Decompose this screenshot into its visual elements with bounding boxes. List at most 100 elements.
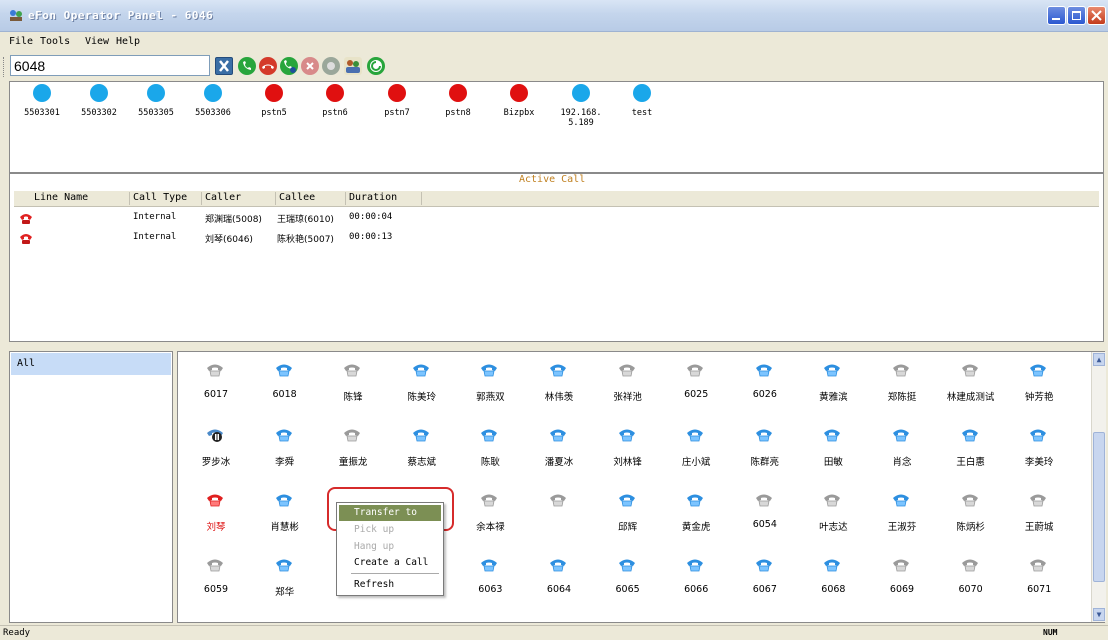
extension-item[interactable]: 王蔚城 <box>1009 489 1069 549</box>
extension-item[interactable]: 蔡志斌 <box>392 424 452 484</box>
extension-item[interactable]: 潘夏冰 <box>529 424 589 484</box>
menu-bar: File Tools View Help <box>0 34 1108 51</box>
monitor-icon <box>327 62 335 70</box>
trunk-1[interactable]: 5503302 <box>69 84 129 118</box>
extension-item[interactable]: 陈锋 <box>323 359 383 419</box>
menu-item-transfer-to[interactable]: Transfer to <box>339 505 441 521</box>
extension-item[interactable]: 邱辉 <box>598 489 658 549</box>
extension-item[interactable]: 6066 <box>666 554 726 614</box>
column-line-name[interactable]: Line Name <box>14 192 130 205</box>
extension-item[interactable]: 6026 <box>735 359 795 419</box>
trunk-2[interactable]: 5503305 <box>126 84 186 118</box>
extension-item[interactable]: 6069 <box>872 554 932 614</box>
trunk-8[interactable]: Bizpbx <box>489 84 549 118</box>
transfer-button[interactable] <box>280 57 298 75</box>
menu-item-hang-up[interactable]: Hang up <box>339 539 441 555</box>
extension-item[interactable]: 郑华 <box>255 554 315 614</box>
trunk-10[interactable]: test <box>612 84 672 118</box>
extension-item[interactable]: 黄雅滨 <box>803 359 863 419</box>
extension-name: 李舜 <box>275 457 295 468</box>
title-bar[interactable]: eFon Operator Panel - 6046 <box>0 0 1108 32</box>
clear-button[interactable] <box>215 57 233 75</box>
extension-item[interactable]: 6017 <box>186 359 246 419</box>
extension-item[interactable]: 郑陈挺 <box>872 359 932 419</box>
extension-item[interactable]: 童振龙 <box>323 424 383 484</box>
monitor-button[interactable] <box>322 57 340 75</box>
extension-item[interactable]: 李舜 <box>255 424 315 484</box>
trunk-4[interactable]: pstn5 <box>244 84 304 118</box>
column-call-type[interactable]: Call Type <box>130 192 202 205</box>
trunk-9[interactable]: 192.168.5.189 <box>551 84 611 128</box>
call-row[interactable]: Internal 郑渊瑞(5008) 王瑞琼(6010) 00:00:04 <box>14 209 1099 227</box>
extension-item[interactable]: 庄小斌 <box>666 424 726 484</box>
hang-up-button[interactable] <box>259 57 277 75</box>
menu-item-create-call[interactable]: Create a Call <box>339 555 441 571</box>
extension-item[interactable]: 6059 <box>186 554 246 614</box>
extension-item[interactable]: 王白惠 <box>941 424 1001 484</box>
extension-item[interactable]: 肖念 <box>872 424 932 484</box>
extension-item[interactable]: 张祥池 <box>598 359 658 419</box>
menu-item-refresh[interactable]: Refresh <box>339 577 441 593</box>
extension-item[interactable]: 陈群亮 <box>735 424 795 484</box>
extension-item[interactable]: 田敏 <box>803 424 863 484</box>
extension-item[interactable]: 王淑芬 <box>872 489 932 549</box>
menu-help[interactable]: Help <box>116 36 140 47</box>
column-duration[interactable]: Duration <box>346 192 422 205</box>
extension-item[interactable]: 6068 <box>803 554 863 614</box>
extension-item[interactable]: 6054 <box>735 489 795 549</box>
trunk-7[interactable]: pstn8 <box>428 84 488 118</box>
extension-item[interactable]: 6018 <box>255 359 315 419</box>
extension-item[interactable]: 陈炳杉 <box>941 489 1001 549</box>
answer-call-button[interactable] <box>238 57 256 75</box>
extension-name: 6054 <box>752 519 777 530</box>
extension-item[interactable]: 刘琴 <box>186 489 246 549</box>
extension-item[interactable]: 李美玲 <box>1009 424 1069 484</box>
extension-item[interactable]: 6064 <box>529 554 589 614</box>
column-callee[interactable]: Callee <box>276 192 346 205</box>
extension-item[interactable]: 林伟羡 <box>529 359 589 419</box>
trunk-6[interactable]: pstn7 <box>367 84 427 118</box>
dial-input[interactable] <box>10 55 210 76</box>
scroll-up-icon[interactable]: ▲ <box>1093 353 1105 366</box>
extension-item[interactable]: 肖慧彬 <box>255 489 315 549</box>
extension-item[interactable]: 刘林锋 <box>598 424 658 484</box>
extension-item[interactable]: 余本禄 <box>460 489 520 549</box>
extension-item[interactable]: 6065 <box>598 554 658 614</box>
menu-file[interactable]: File <box>9 36 33 47</box>
extension-item[interactable]: 6063 <box>460 554 520 614</box>
vertical-scrollbar[interactable]: ▲ ▼ <box>1091 352 1106 622</box>
menu-view[interactable]: View <box>85 36 109 47</box>
extension-item[interactable]: 6071 <box>1009 554 1069 614</box>
scroll-thumb[interactable] <box>1093 432 1105 582</box>
minimize-button[interactable] <box>1047 6 1066 25</box>
extension-item[interactable]: 6070 <box>941 554 1001 614</box>
trunk-3[interactable]: 5503306 <box>183 84 243 118</box>
extension-name: 陈美玲 <box>407 392 437 403</box>
close-button[interactable] <box>1087 6 1106 25</box>
trunk-0[interactable]: 5503301 <box>12 84 72 118</box>
extension-item[interactable]: 郭燕双 <box>460 359 520 419</box>
extension-item[interactable]: 林建成测试 <box>941 359 1001 419</box>
scroll-down-icon[interactable]: ▼ <box>1093 608 1105 621</box>
extension-item[interactable]: 叶志达 <box>803 489 863 549</box>
extension-item[interactable]: 6067 <box>735 554 795 614</box>
toolbar-grip[interactable] <box>3 57 7 77</box>
extension-item[interactable]: 陈美玲 <box>392 359 452 419</box>
menu-tools[interactable]: Tools <box>40 36 70 47</box>
menu-item-pick-up[interactable]: Pick up <box>339 522 441 538</box>
extension-item[interactable]: 钟芳艳 <box>1009 359 1069 419</box>
maximize-button[interactable] <box>1067 6 1086 25</box>
extension-item[interactable]: 黄金虎 <box>666 489 726 549</box>
extension-item[interactable]: 陈耿 <box>460 424 520 484</box>
extension-item[interactable] <box>529 489 589 549</box>
trunk-5[interactable]: pstn6 <box>305 84 365 118</box>
extension-name: 6071 <box>1027 584 1052 595</box>
column-caller[interactable]: Caller <box>202 192 276 205</box>
contacts-button[interactable] <box>344 57 362 75</box>
reject-button[interactable] <box>301 57 319 75</box>
refresh-button[interactable] <box>367 57 385 75</box>
extension-item[interactable]: 罗步冰 <box>186 424 246 484</box>
call-row[interactable]: Internal 刘琴(6046) 陈秋艳(5007) 00:00:13 <box>14 229 1099 247</box>
extension-item[interactable]: 6025 <box>666 359 726 419</box>
group-item-all[interactable]: All <box>11 353 171 375</box>
